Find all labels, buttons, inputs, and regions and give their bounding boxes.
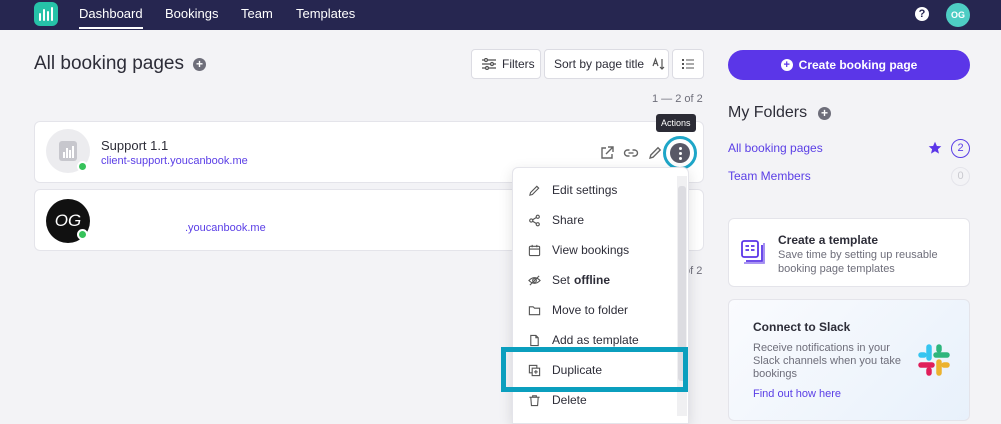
page-title: All booking pages [34, 53, 184, 74]
dropdown-scrollbar[interactable] [677, 176, 687, 416]
menu-item-label: View bookings [552, 243, 630, 257]
pagination-count: 1 — 2 of 2 [652, 93, 703, 105]
online-status-dot [77, 161, 88, 172]
booking-page-title[interactable]: Support 1.1 [101, 138, 168, 153]
slack-find-out-link[interactable]: Find out how here [753, 388, 841, 400]
filter-sliders-icon [482, 58, 496, 70]
folder-count-badge: 0 [951, 167, 970, 186]
help-icon[interactable]: ? [915, 7, 929, 21]
sort-dropdown[interactable]: Sort by page title [544, 49, 669, 79]
menu-item-move-to-folder[interactable]: Move to folder [513, 295, 676, 325]
star-icon[interactable] [928, 141, 942, 155]
placeholder-logo-icon [59, 141, 77, 161]
top-navigation: Dashboard Bookings Team Templates ? OG [0, 0, 1001, 30]
edit-pencil-icon[interactable] [647, 145, 663, 161]
booking-page-url[interactable]: .youcanbook.me [185, 222, 266, 234]
actions-menu-button[interactable] [663, 136, 697, 170]
nav-templates[interactable]: Templates [296, 6, 355, 21]
document-icon [530, 334, 539, 346]
filters-button[interactable]: Filters [471, 49, 541, 79]
folder-all-booking-pages[interactable]: All booking pages [728, 141, 823, 155]
menu-item-label: Edit settings [552, 183, 618, 197]
booking-page-url[interactable]: client-support.youcanbook.me [101, 155, 248, 167]
plus-circle-icon: + [780, 59, 793, 71]
scrollbar-thumb[interactable] [678, 186, 686, 381]
create-template-card[interactable]: Create a template Save time by setting u… [728, 218, 970, 287]
kebab-menu-icon [670, 143, 690, 163]
menu-item-label: Set [552, 273, 571, 287]
menu-item-label: Delete [552, 393, 587, 407]
folder-count-badge: 2 [951, 139, 970, 158]
user-avatar[interactable]: OG [946, 3, 970, 27]
menu-item-duplicate[interactable]: Duplicate [513, 355, 676, 385]
template-card-description: Save time by setting up reusable booking… [778, 249, 938, 275]
menu-item-label-bold: offline [574, 273, 611, 287]
pencil-icon [529, 185, 540, 196]
menu-item-add-as-template[interactable]: Add as template [513, 325, 676, 355]
slack-promo-card: Connect to Slack Receive notifications i… [728, 299, 970, 421]
folder-team-members[interactable]: Team Members [728, 169, 811, 183]
online-status-dot [77, 229, 88, 240]
copy-link-icon[interactable] [623, 145, 639, 161]
eye-off-icon [528, 274, 541, 286]
add-page-plus-icon[interactable]: + [193, 58, 206, 71]
menu-item-label: Duplicate [552, 363, 603, 377]
actions-tooltip: Actions [656, 114, 696, 132]
nav-dashboard[interactable]: Dashboard [79, 6, 143, 29]
sort-az-icon [652, 57, 665, 70]
template-cards-icon [741, 240, 765, 264]
open-external-icon[interactable] [599, 145, 615, 161]
share-icon [529, 214, 540, 226]
nav-team[interactable]: Team [241, 6, 273, 21]
nav-bookings[interactable]: Bookings [165, 6, 218, 21]
add-folder-plus-icon[interactable]: + [818, 107, 831, 120]
folders-heading: My Folders [728, 104, 808, 121]
folder-icon [528, 305, 541, 315]
menu-item-label: Add as template [552, 333, 639, 347]
filters-label: Filters [502, 57, 535, 71]
list-view-icon [682, 59, 694, 69]
menu-item-label: Share [552, 213, 585, 227]
menu-item-view-bookings[interactable]: View bookings [513, 235, 676, 265]
slack-card-description: Receive notifications in your Slack chan… [753, 342, 901, 380]
sort-label: Sort by page title [554, 57, 645, 71]
actions-dropdown-menu: Edit settings Share View bookings Set of… [512, 167, 689, 424]
duplicate-icon [528, 364, 541, 376]
slack-logo-icon [918, 344, 950, 376]
create-button-label: Create booking page [798, 58, 918, 72]
menu-item-label: Move to folder [552, 303, 629, 317]
menu-item-share[interactable]: Share [513, 205, 676, 235]
template-card-title: Create a template [778, 233, 879, 247]
menu-item-edit-settings[interactable]: Edit settings [513, 175, 676, 205]
menu-item-delete[interactable]: Delete [513, 385, 676, 415]
trash-icon [529, 394, 540, 406]
slack-card-title: Connect to Slack [753, 320, 851, 334]
create-booking-page-button[interactable]: + Create booking page [728, 50, 970, 80]
list-view-button[interactable] [672, 49, 704, 79]
menu-item-set-offline[interactable]: Set offline [513, 265, 676, 295]
calendar-icon [528, 244, 541, 256]
app-logo-icon[interactable] [34, 2, 58, 26]
